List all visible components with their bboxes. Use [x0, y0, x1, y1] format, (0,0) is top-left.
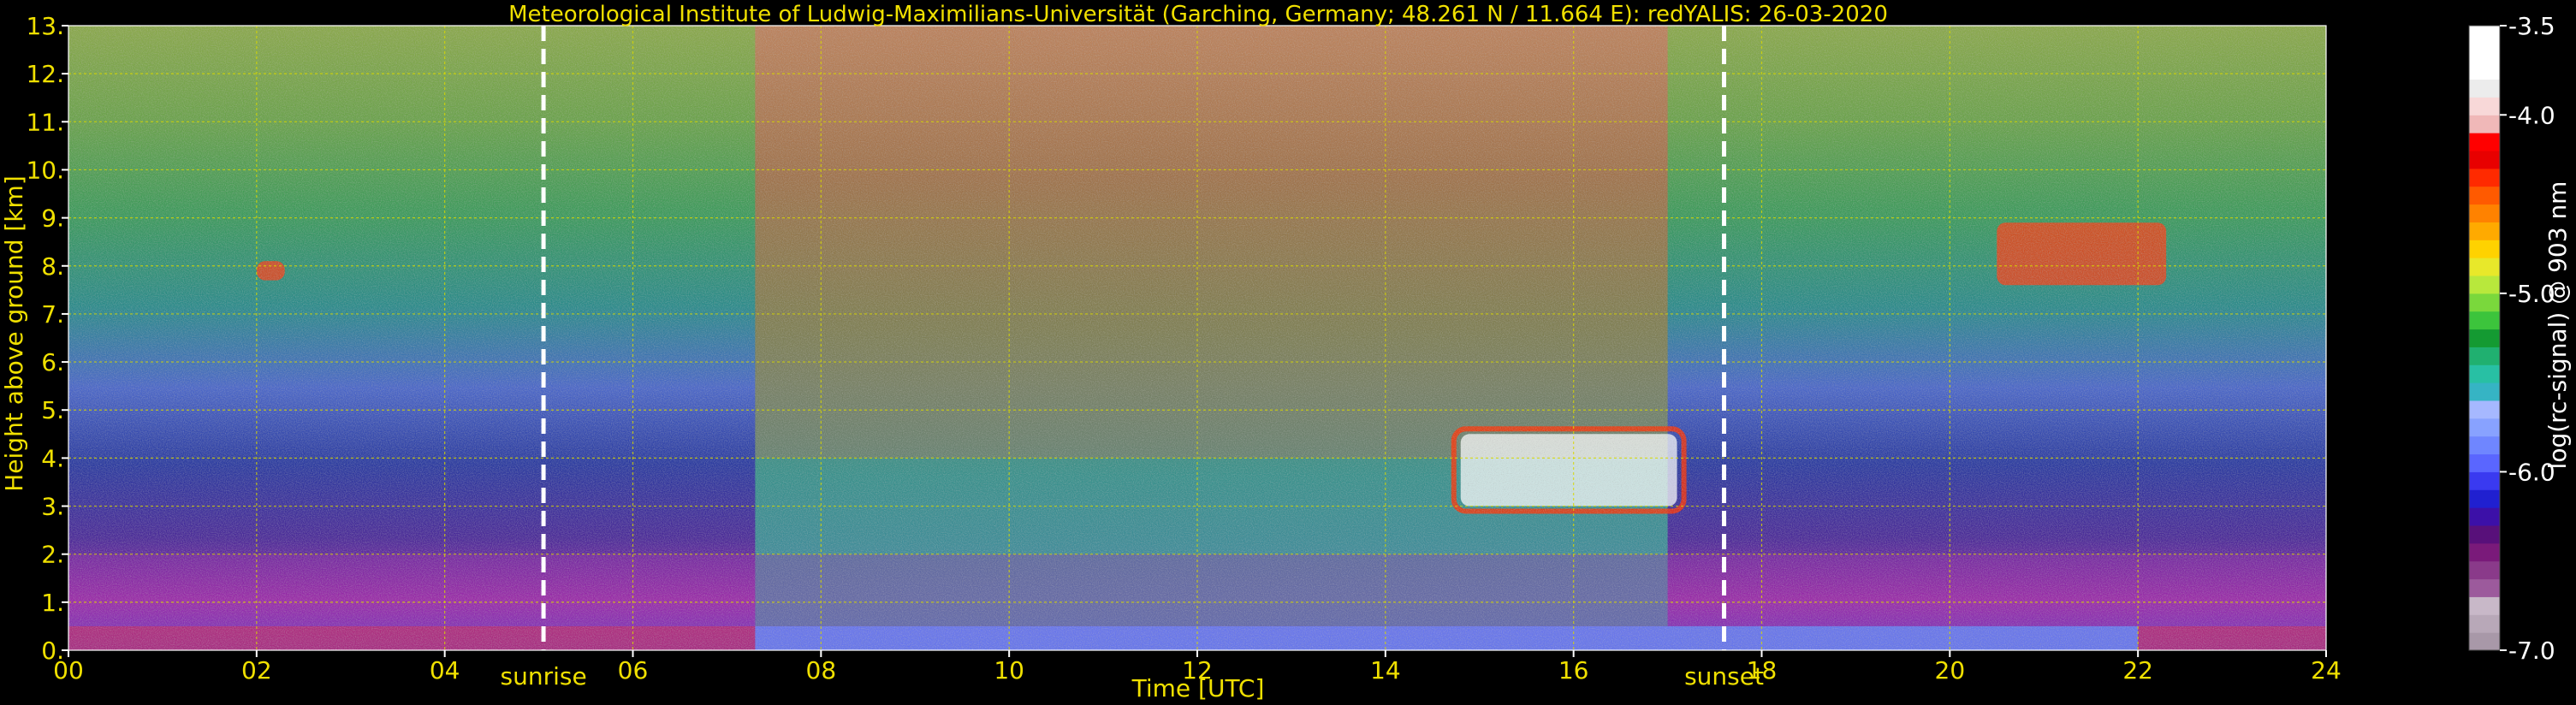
y-axis-ticks: 0. 1. 2. 3. 4. 5. 6. 7. 8. 9. 10. 11. 12. 13.: [26, 12, 68, 665]
colorbar-segment: [2469, 43, 2500, 62]
y-tick-label: 10.: [26, 156, 64, 184]
colorbar-tick-label: -7.0: [2508, 637, 2555, 665]
colorbar-segment: [2469, 204, 2500, 222]
colorbar-segment: [2469, 311, 2500, 330]
colorbar: -3.5-4.0-5.0-6.0-7.0: [2468, 12, 2555, 665]
colorbar-segment: [2469, 507, 2500, 526]
colorbar-segment: [2469, 560, 2500, 580]
y-tick-label: 1.: [41, 589, 64, 617]
x-tick-label: 16: [1558, 656, 1589, 684]
y-tick-label: 7.: [41, 300, 64, 329]
colorbar-segment: [2469, 400, 2500, 419]
x-tick-label: 02: [241, 656, 272, 684]
colorbar-tick-label: -3.5: [2508, 12, 2555, 40]
x-tick-label: 20: [1935, 656, 1966, 684]
colorbar-segment: [2469, 471, 2500, 490]
y-tick-label: 6.: [41, 348, 64, 376]
y-tick-label: 5.: [41, 396, 64, 424]
colorbar-segment: [2469, 26, 2500, 44]
colorbar-segment: [2469, 364, 2500, 383]
colorbar-segment: [2469, 525, 2500, 544]
y-tick-label: 9.: [41, 204, 64, 233]
colorbar-segment: [2469, 489, 2500, 508]
colorbar-segment: [2469, 258, 2500, 276]
colorbar-segment: [2469, 115, 2500, 133]
x-tick-label: 24: [2311, 656, 2342, 684]
y-tick-label: 3.: [41, 493, 64, 521]
colorbar-segment: [2469, 596, 2500, 615]
colorbar-segment: [2469, 614, 2500, 633]
colorbar-segment: [2469, 240, 2500, 258]
colorbar-segment: [2469, 61, 2500, 80]
x-tick-label: 08: [806, 656, 837, 684]
colorbar-label: log(rc-signal) @ 903 nm: [2543, 181, 2572, 470]
colorbar-segment: [2469, 79, 2500, 98]
colorbar-segment: [2469, 382, 2500, 401]
x-axis-label: Time [UTC]: [1131, 674, 1265, 702]
colorbar-tick-label: -4.0: [2508, 101, 2555, 129]
y-tick-label: 13.: [26, 12, 64, 40]
colorbar-segment: [2469, 97, 2500, 116]
y-tick-label: 4.: [41, 444, 64, 472]
colorbar-segment: [2469, 222, 2500, 240]
y-tick-label: 12.: [26, 60, 64, 88]
sunrise-label: sunrise: [500, 662, 586, 690]
colorbar-segment: [2469, 293, 2500, 312]
x-tick-label: 22: [2122, 656, 2153, 684]
colorbar-segment: [2469, 329, 2500, 347]
colorbar-segment: [2469, 347, 2500, 365]
x-tick-label: 04: [430, 656, 460, 684]
x-tick-label: 18: [1747, 656, 1778, 684]
colorbar-segment: [2469, 435, 2500, 455]
x-tick-label: 14: [1370, 656, 1401, 684]
colorbar-segment: [2469, 542, 2500, 562]
y-tick-label: 11.: [26, 108, 64, 136]
lidar-figure: sunrise sunset 00 02 04 06 08 10 12 14 16 18 20 22 24…: [0, 2, 2572, 702]
y-tick-label: 2.: [41, 541, 64, 569]
x-tick-label: 06: [618, 656, 649, 684]
colorbar-segment: [2469, 453, 2500, 472]
y-axis-label: Height above ground [km]: [0, 175, 28, 492]
colorbar-segment: [2469, 151, 2500, 169]
colorbar-segment: [2469, 578, 2500, 597]
colorbar-segment: [2469, 186, 2500, 205]
colorbar-segment: [2469, 418, 2500, 437]
chart-title: Meteorological Institute of Ludwig-Maxim…: [508, 2, 1888, 27]
y-tick-label: 0.: [41, 637, 64, 665]
colorbar-segment: [2469, 133, 2500, 151]
x-tick-label: 10: [994, 656, 1024, 684]
colorbar-segment: [2469, 275, 2500, 294]
colorbar-segment: [2469, 632, 2500, 651]
colorbar-segment: [2469, 168, 2500, 187]
y-tick-label: 8.: [41, 252, 64, 281]
